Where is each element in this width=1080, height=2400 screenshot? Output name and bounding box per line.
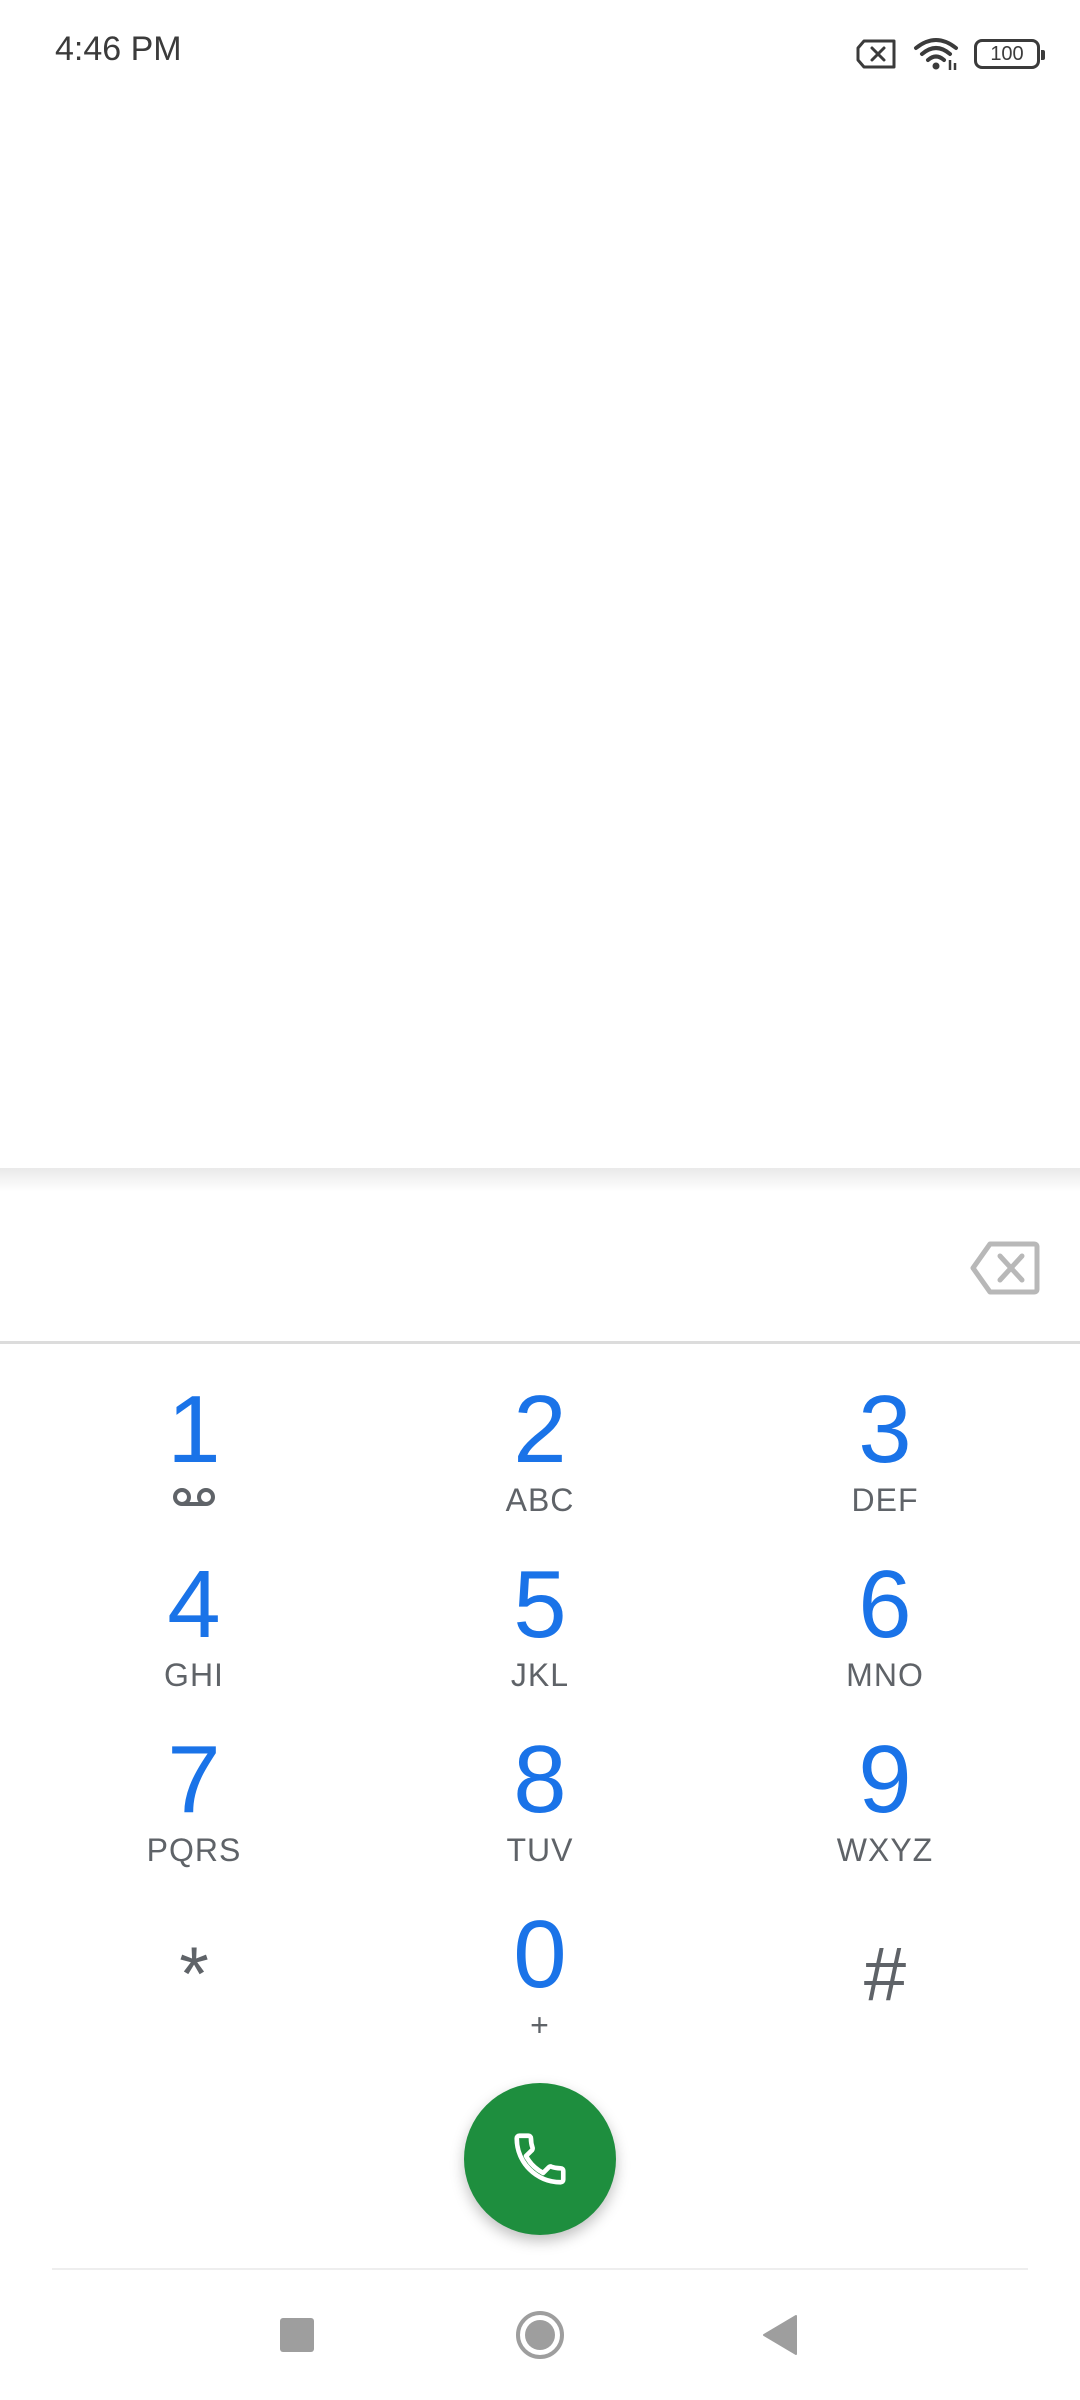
navigation-bar [0,2270,1080,2400]
recents-icon [280,2318,314,2352]
key-2[interactable]: 2 ABC [390,1380,690,1550]
phone-icon [514,2133,566,2185]
key-digit: 7 [167,1726,221,1833]
key-letters: TUV [506,1832,574,1868]
key-digit: 4 [167,1551,221,1658]
key-letters: DEF [851,1482,919,1518]
key-0[interactable]: 0 + [390,1905,690,2075]
key-pound[interactable]: # [735,1905,1035,2075]
key-5[interactable]: 5 JKL [390,1555,690,1725]
digits-field[interactable] [40,1222,920,1312]
back-icon [763,2315,797,2355]
key-1[interactable]: 1 [44,1380,344,1550]
key-digit: 8 [513,1726,567,1833]
key-4[interactable]: 4 GHI [44,1555,344,1725]
key-7[interactable]: 7 PQRS [44,1730,344,1900]
key-star[interactable]: * [44,1905,344,2075]
key-letters: + [530,2007,550,2043]
key-letters: MNO [846,1657,924,1693]
home-button[interactable] [505,2300,575,2370]
status-time: 4:46 PM [55,30,182,68]
key-digit: 5 [513,1551,567,1658]
key-symbol: * [179,1932,209,2017]
key-letters: WXYZ [836,1832,934,1868]
key-letters: JKL [510,1657,570,1693]
key-digit: 2 [513,1376,567,1483]
battery-icon: 100 [974,39,1045,69]
key-symbol: # [863,1932,907,2017]
digits-row [0,1192,1080,1344]
recents-button[interactable] [262,2300,332,2370]
dialpad-sheet-edge [0,1168,1080,1192]
status-icons: 100 [856,34,1045,74]
dialer-screen: 4:46 PM 100 1 2 ABC 3 DEF 4 GHI 5 JKL 6 … [0,0,1080,2400]
key-letters: GHI [164,1657,224,1693]
battery-level: 100 [990,42,1024,65]
key-digit: 6 [858,1551,912,1658]
voicemail-icon [172,1486,216,1513]
key-letters: PQRS [146,1832,242,1868]
call-log-area [0,110,1080,1170]
key-6[interactable]: 6 MNO [735,1555,1035,1725]
key-9[interactable]: 9 WXYZ [735,1730,1035,1900]
wifi-icon [912,36,960,72]
key-digit: 3 [858,1376,912,1483]
call-button[interactable] [464,2083,616,2235]
backspace-icon [970,1241,1040,1295]
key-letters: ABC [505,1482,575,1518]
key-8[interactable]: 8 TUV [390,1730,690,1900]
no-sim-icon [856,38,898,70]
backspace-button[interactable] [970,1240,1040,1296]
back-button[interactable] [745,2300,815,2370]
keypad: 1 2 ABC 3 DEF 4 GHI 5 JKL 6 MNO 7 PQRS 8… [0,1360,1080,2060]
home-icon [516,2311,564,2359]
key-digit: 0 [513,1901,567,2008]
key-digit: 9 [858,1726,912,1833]
key-digit: 1 [167,1376,221,1483]
status-bar: 4:46 PM 100 [0,0,1080,110]
key-3[interactable]: 3 DEF [735,1380,1035,1550]
